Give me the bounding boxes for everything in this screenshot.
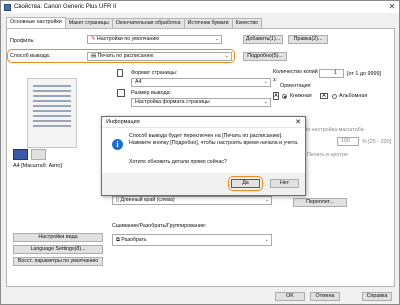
output-size-icon	[117, 89, 125, 97]
copies-range: [от 1 до 9999]	[347, 71, 381, 77]
portrait-label: Книжная	[290, 93, 312, 99]
scaling-unit: % [25 - 200]	[362, 139, 392, 145]
add-profile-button[interactable]: Добавить(1)...	[243, 35, 283, 44]
profile-value: Настройки по умолчанию	[96, 36, 160, 42]
chevron-down-icon: ⌄	[224, 53, 229, 59]
title-bar: Свойства: Canon Generic Plus UFR II ✕	[1, 1, 399, 13]
portrait-radio[interactable]	[282, 94, 287, 99]
chevron-down-icon: ⌄	[263, 99, 268, 105]
preview-layout-button[interactable]	[13, 149, 28, 160]
binding-value: Длинный край (слева)	[120, 197, 175, 203]
details-button[interactable]: Подробно(5)...	[243, 52, 287, 61]
tab-page-layout[interactable]: Макет страницы	[64, 18, 113, 28]
print-center-label: Печать в центре	[307, 152, 348, 158]
output-method-label: Способ вывода:	[10, 53, 51, 59]
page-format-value: A4	[135, 79, 142, 85]
copies-label: Количество копий	[273, 69, 318, 75]
chevron-down-icon: ⌄	[214, 36, 219, 42]
dialog-close-icon[interactable]: ✕	[295, 117, 301, 128]
help-button[interactable]: Справка	[362, 292, 392, 301]
collate-value: Разобрать	[121, 237, 147, 243]
window-title: Свойства: Canon Generic Plus UFR II	[14, 4, 117, 10]
properties-window: Свойства: Canon Generic Plus UFR II ✕ Ос…	[0, 0, 400, 305]
preview-caption: A4 [Масштаб: Авто]	[13, 163, 62, 169]
output-method-select[interactable]: ▤ Печать по расписанию ⌄	[87, 52, 232, 61]
tab-basic-settings[interactable]: Основные настройки	[6, 17, 66, 28]
restore-defaults-button[interactable]: Восст. параметры по умолчанию	[13, 257, 103, 266]
preview-text-lines	[33, 85, 71, 129]
dialog-title-bar: Информация ✕	[102, 117, 305, 128]
copies-label-suffix: з:	[273, 77, 277, 83]
view-settings-button[interactable]: Настройки вида	[13, 233, 103, 242]
tab-paper-source[interactable]: Источник бумаги	[183, 18, 233, 28]
ok-button[interactable]: OK	[275, 292, 305, 301]
landscape-label: Альбомная	[339, 93, 368, 99]
yes-button[interactable]: Да	[231, 179, 260, 188]
copies-input[interactable]: 1	[319, 69, 344, 78]
dialog-message: Способ вывода будет переключен на [Печат…	[129, 133, 299, 146]
collate-label: Сшивание/Разобрать/Группирование:	[112, 223, 207, 229]
tab-finishing[interactable]: Окончательная обработка	[111, 18, 185, 28]
profile-select[interactable]: ✎ Настройки по умолчанию ⌄	[87, 35, 222, 44]
paper-preview	[17, 73, 92, 155]
binding-select[interactable]: ▯ Длинный край (слева) ⌄	[112, 196, 272, 205]
language-settings-button[interactable]: Language Settings(8)...	[13, 245, 103, 254]
landscape-radio[interactable]	[332, 94, 337, 99]
portrait-icon: A	[273, 92, 279, 100]
edit-profile-button[interactable]: Правка(2)...	[288, 35, 328, 44]
scaling-value: 100	[341, 138, 350, 144]
page-format-label: Формат страницы:	[131, 70, 178, 76]
orientation-label: Ориентация	[280, 83, 311, 89]
dialog-footer: Да Нет	[102, 173, 305, 195]
close-icon[interactable]: ✕	[385, 1, 399, 13]
copies-value: 1	[334, 70, 337, 76]
profile-label: Профиль:	[10, 38, 35, 44]
scaling-input[interactable]: 100	[337, 137, 359, 146]
chevron-down-icon: ⌄	[264, 197, 269, 203]
dialog-title: Информация	[106, 119, 140, 125]
no-button[interactable]: Нет	[270, 179, 299, 188]
chevron-down-icon: ⌄	[264, 237, 269, 243]
dialog-question: Хотите обновить детали прямо сейчас?	[129, 159, 227, 165]
page-format-select[interactable]: A4 ⌄	[131, 78, 271, 87]
tab-bar: Основные настройки Макет страницы Оконча…	[6, 17, 263, 28]
landscape-icon: A	[320, 93, 328, 99]
collate-select[interactable]: ⧉ Разобрать ⌄	[112, 234, 272, 246]
info-icon: i	[112, 139, 123, 150]
page-icon	[117, 69, 123, 77]
information-dialog: Информация ✕ i Способ вывода будет перек…	[101, 116, 306, 196]
chevron-down-icon: ⌄	[263, 79, 268, 85]
gutter-button[interactable]: Переплет...	[293, 198, 347, 207]
output-size-select[interactable]: Настройка формата страницы ⌄	[131, 98, 271, 107]
preview-settings-button[interactable]	[31, 149, 46, 160]
output-size-label: Размер вывода:	[131, 90, 172, 96]
printer-app-icon	[4, 3, 11, 11]
output-method-value: Печать по расписанию	[97, 53, 154, 59]
output-size-value: Настройка формата страницы	[135, 99, 210, 105]
cancel-button[interactable]: Отмена	[310, 292, 340, 301]
tab-quality[interactable]: Качество	[231, 18, 263, 28]
